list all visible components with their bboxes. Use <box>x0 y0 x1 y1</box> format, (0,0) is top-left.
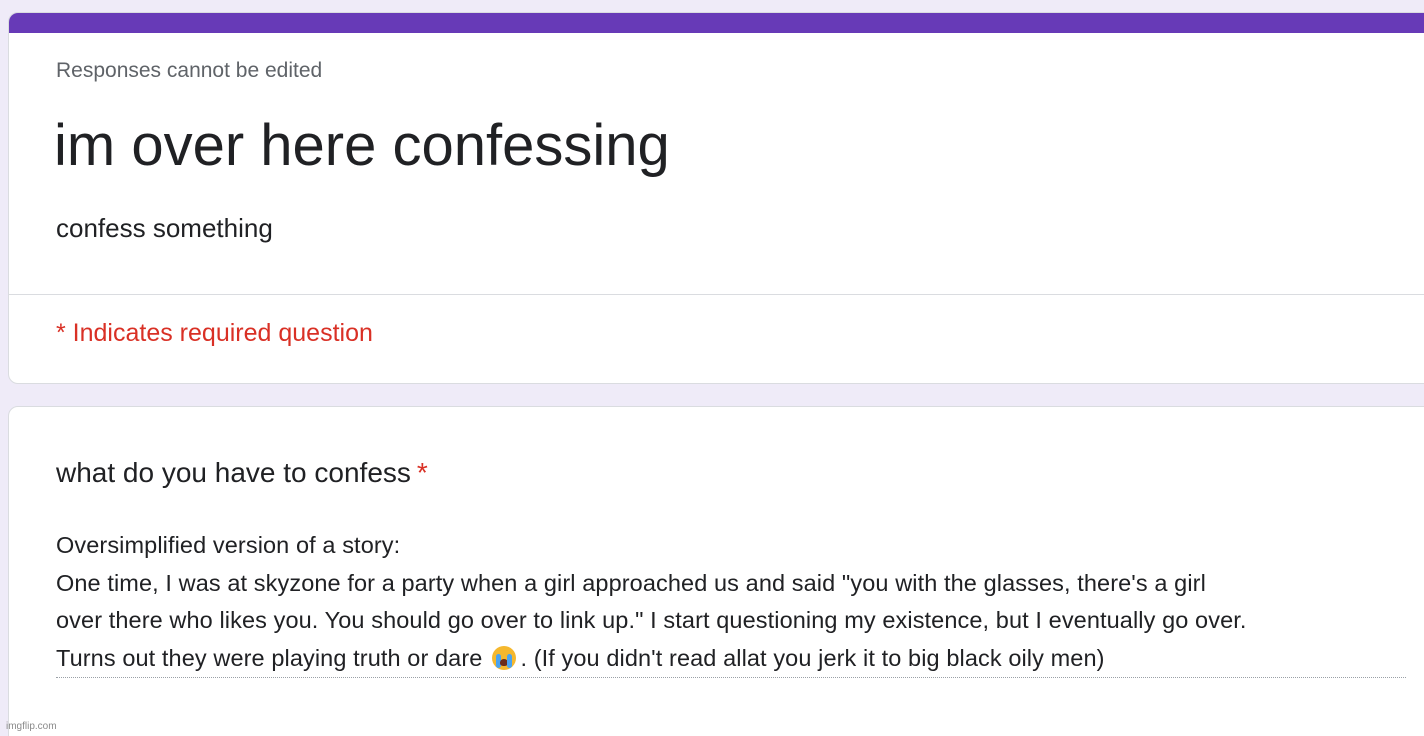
answer-line: Oversimplified version of a story: <box>56 532 401 558</box>
answer-tail-text: . (If you didn't read allat you jerk it … <box>520 644 1105 671</box>
answer-line-last: Turns out they were playing truth or dar… <box>56 640 1406 678</box>
form-description: confess something <box>56 213 273 243</box>
answer-line: over there who likes you. You should go … <box>56 607 1247 633</box>
loudly-crying-face-icon <box>492 645 517 670</box>
answer-underline <box>56 677 1406 678</box>
required-question-note: * Indicates required question <box>56 319 373 347</box>
answer-line: One time, I was at skyzone for a party w… <box>56 569 1206 596</box>
accent-bar <box>9 13 1424 33</box>
answer-line-text: Turns out they were playing truth or dar… <box>56 644 483 671</box>
question-title-text: what do you have to confess <box>56 457 411 488</box>
question-card: what do you have to confess * Oversimplif… <box>8 406 1424 736</box>
form-title: im over here confessing <box>54 113 670 178</box>
answer-textarea[interactable]: Oversimplified version of a story: One t… <box>56 527 1406 677</box>
question-title: what do you have to confess * <box>56 457 428 489</box>
watermark: imgflip.com <box>6 721 57 732</box>
form-page: Responses cannot be edited im over here … <box>0 0 1424 736</box>
required-asterisk: * <box>416 457 428 488</box>
form-header-card: Responses cannot be edited im over here … <box>8 12 1424 384</box>
responses-notice: Responses cannot be edited <box>56 59 323 82</box>
header-divider <box>9 294 1424 295</box>
